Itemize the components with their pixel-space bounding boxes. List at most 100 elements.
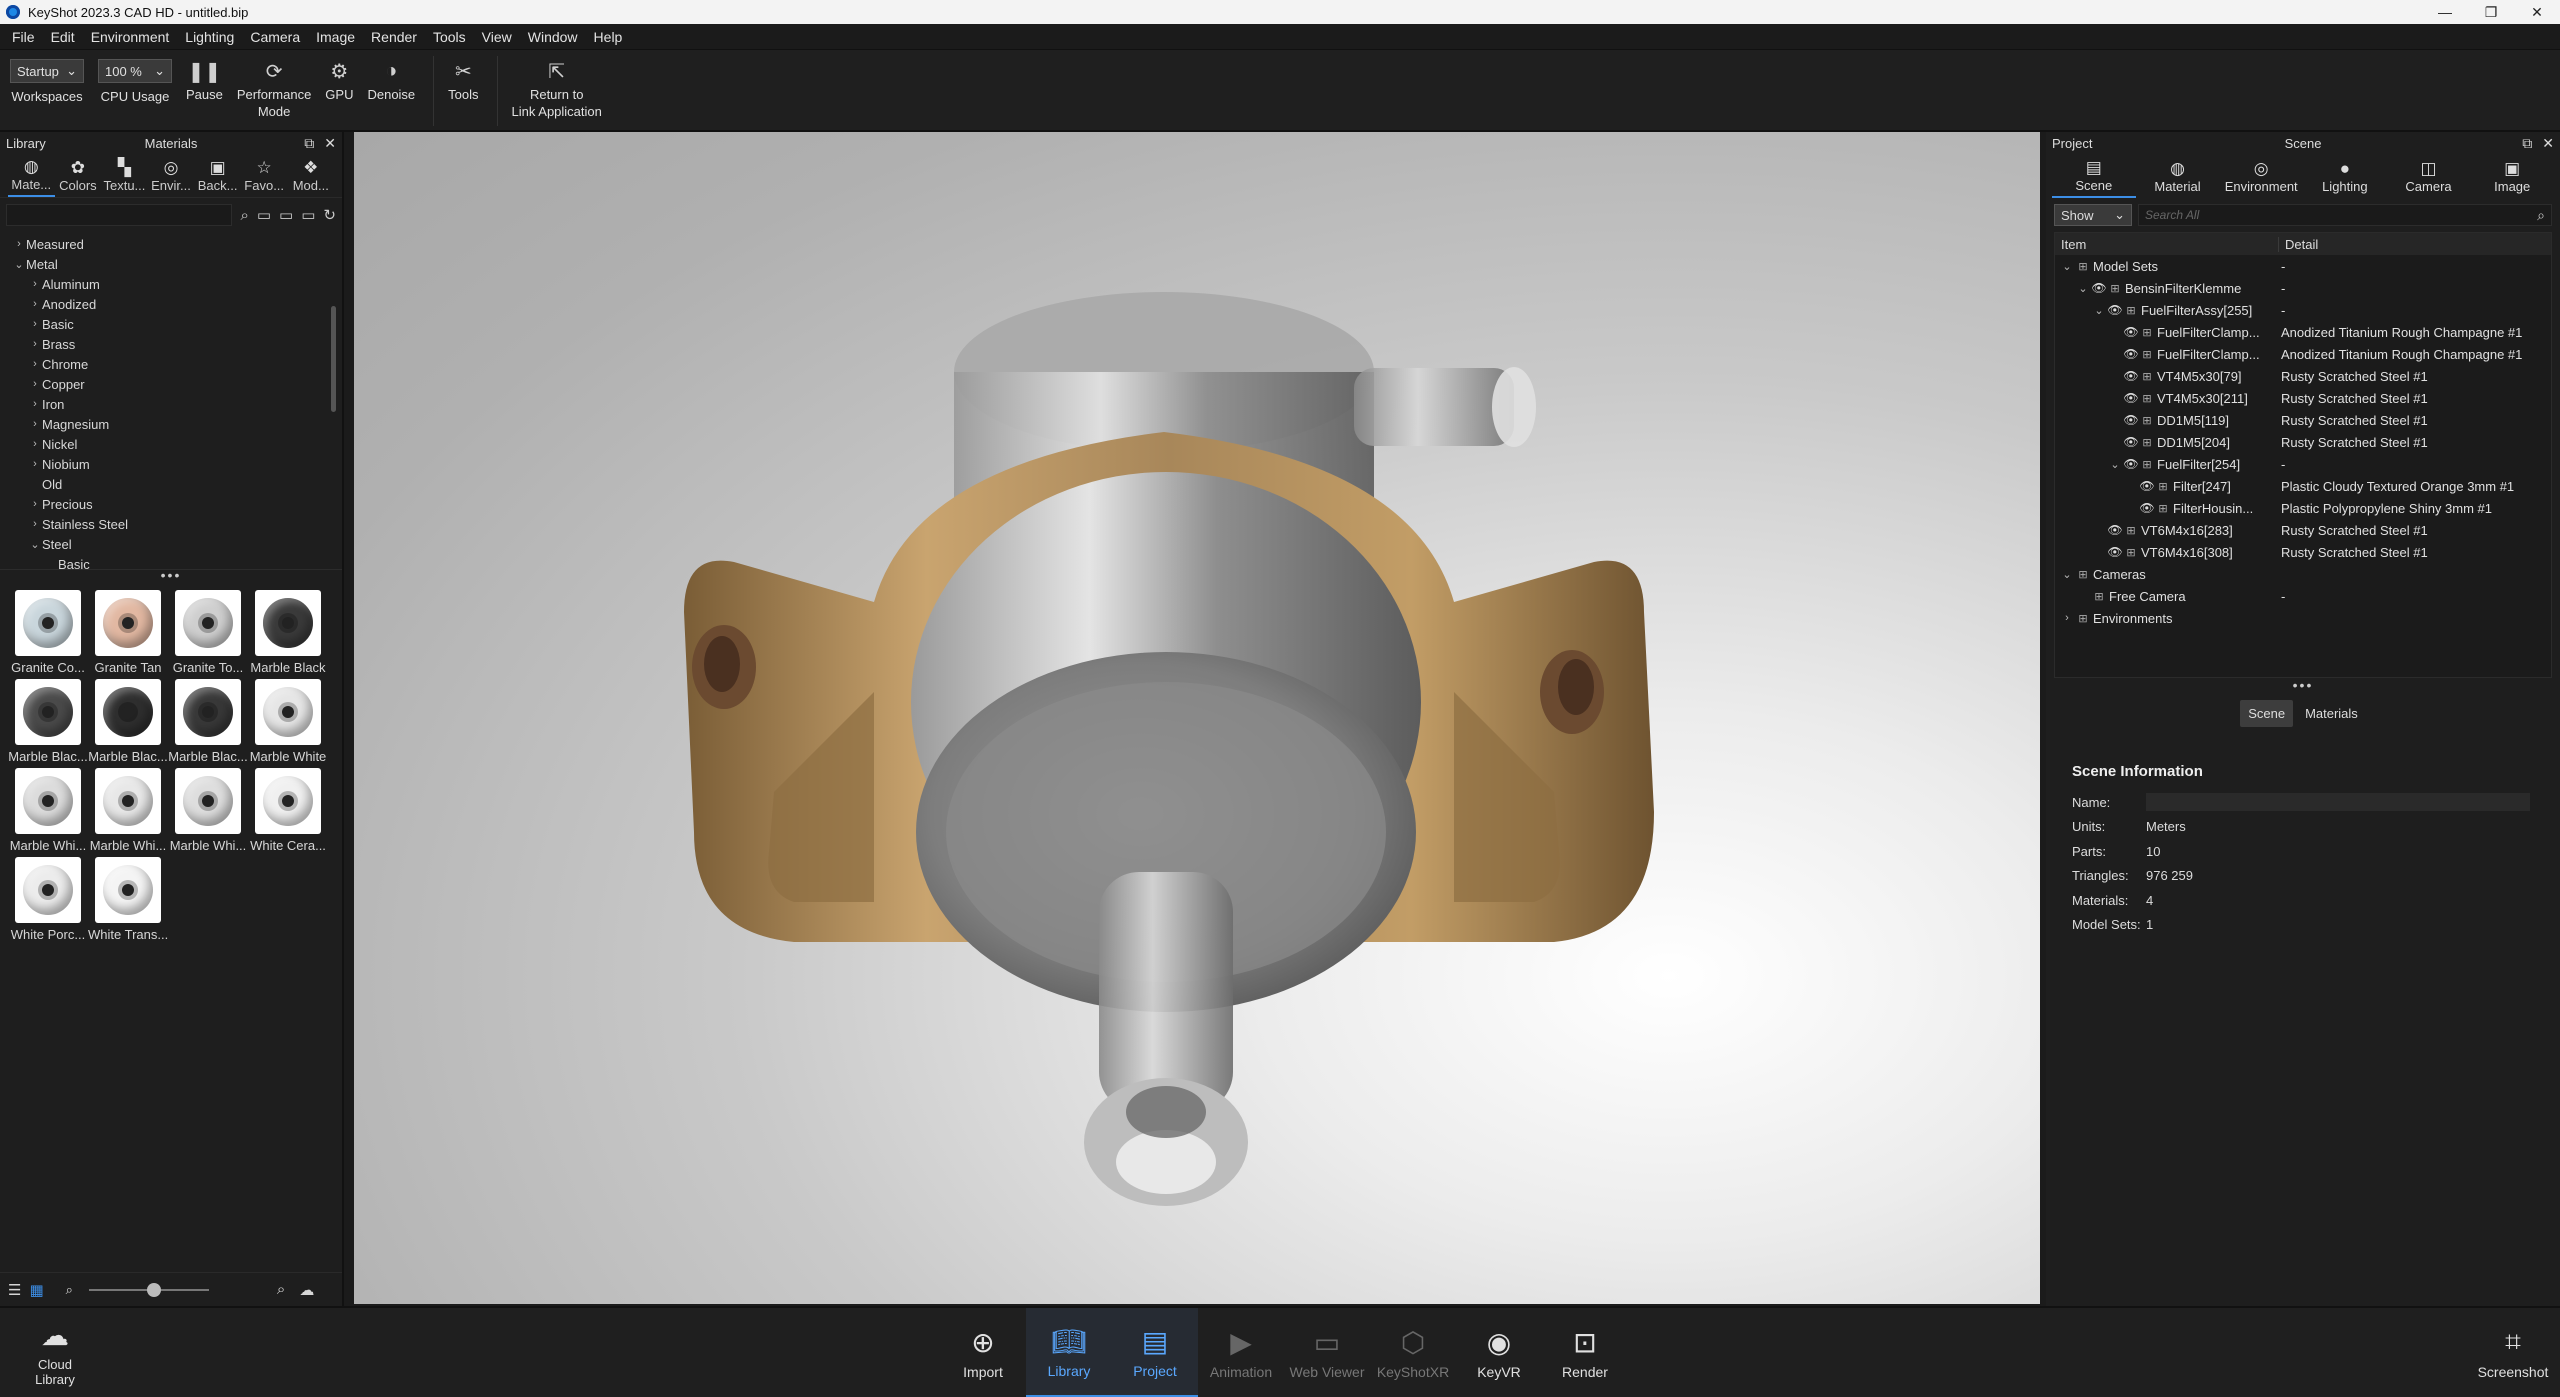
material-thumbnail[interactable]: Marble Black [248, 590, 328, 675]
grid-view-icon[interactable]: ▦ [29, 1281, 43, 1299]
tree-item[interactable]: › Anodized [0, 294, 342, 314]
thumbnail-size-slider[interactable] [88, 1282, 209, 1297]
screenshot-button[interactable]: ⌗ Screenshot [2470, 1308, 2556, 1397]
scene-tree-row[interactable]: 👁︎ ⊞ VT6M4x16[283] Rusty Scratched Steel #1 [2055, 519, 2551, 541]
chevron-right-icon[interactable]: › [12, 238, 26, 250]
chevron-right-icon[interactable]: › [28, 438, 42, 450]
chevron-right-icon[interactable]: › [28, 398, 42, 410]
tree-item[interactable]: › Precious [0, 494, 342, 514]
scene-tree-row[interactable]: 👁︎ ⊞ FuelFilterClamp... Anodized Titanium R… [2055, 321, 2551, 343]
return-to-link-app-button[interactable]: ⇱ Return to Link Application [512, 56, 602, 120]
visibility-eye-icon[interactable]: 👁︎ [2123, 413, 2139, 427]
chevron-down-icon[interactable]: ⌄ [2059, 260, 2075, 273]
tree-item[interactable]: Basic [0, 554, 342, 570]
search-icon[interactable]: ⌕ [240, 207, 248, 224]
refresh-icon[interactable]: ↻ [323, 206, 336, 224]
chevron-right-icon[interactable]: › [28, 278, 42, 290]
tree-item[interactable]: › Stainless Steel [0, 514, 342, 534]
project-tab-camera[interactable]: ◫ Camera [2387, 154, 2471, 198]
slider-knob[interactable] [146, 1282, 161, 1297]
scene-info-tab[interactable]: Scene [2240, 700, 2294, 727]
library-tab-model[interactable]: ❖ Mod... [287, 154, 334, 197]
visibility-eye-icon[interactable]: 👁︎ [2123, 347, 2139, 361]
keyshotxr-button[interactable]: ⬡ KeyShotXR [1370, 1308, 1456, 1397]
menu-help[interactable]: Help [586, 29, 631, 45]
scene-tree-row[interactable]: ⌄ 👁︎ ⊞ FuelFilterAssy[255] - [2055, 299, 2551, 321]
material-thumbnail[interactable]: Marble Whi... [8, 768, 88, 853]
pause-button[interactable]: ❚❚ Pause [186, 56, 223, 103]
menu-environment[interactable]: Environment [83, 29, 178, 45]
scene-tree-row[interactable]: 👁︎ ⊞ DD1M5[119] Rusty Scratched Steel #1 [2055, 409, 2551, 431]
scene-tree-row[interactable]: 👁︎ ⊞ VT4M5x30[211] Rusty Scratched Steel #1 [2055, 387, 2551, 409]
library-tab-star[interactable]: ☆ Favo... [241, 154, 288, 197]
library-button[interactable]: 📖︎ Library [1026, 1308, 1112, 1397]
visibility-eye-icon[interactable]: 👁︎ [2091, 281, 2107, 295]
keyvr-button[interactable]: ◉ KeyVR [1456, 1308, 1542, 1397]
library-tab-palette[interactable]: ✿ Colors [55, 154, 102, 197]
animation-button[interactable]: ▶ Animation [1198, 1308, 1284, 1397]
scene-tree-row[interactable]: 👁︎ ⊞ FilterHousin... Plastic Polypropylene … [2055, 497, 2551, 519]
chevron-right-icon[interactable]: › [28, 318, 42, 330]
workspace-select[interactable]: Startup ⌄ [10, 59, 84, 83]
render-button[interactable]: ⊡ Render [1542, 1308, 1628, 1397]
chevron-down-icon[interactable]: ⌄ [2091, 304, 2107, 317]
material-thumbnail[interactable]: White Cera... [248, 768, 328, 853]
tools-button[interactable]: ✂ Tools [448, 56, 478, 103]
show-filter-select[interactable]: Show ⌄ [2054, 204, 2132, 226]
scene-tree-row[interactable]: 👁︎ ⊞ DD1M5[204] Rusty Scratched Steel #1 [2055, 431, 2551, 453]
project-tab-material[interactable]: ◍ Material [2136, 154, 2220, 198]
visibility-eye-icon[interactable]: 👁︎ [2123, 369, 2139, 383]
chevron-down-icon[interactable]: ⌄ [28, 538, 42, 551]
tree-item[interactable]: Old [0, 474, 342, 494]
tree-scrollbar[interactable] [331, 306, 336, 412]
scene-tree-row[interactable]: › ⊞ Environments [2055, 607, 2551, 629]
material-thumbnail[interactable]: Marble Whi... [88, 768, 168, 853]
scene-search-input[interactable]: Search All ⌕ [2138, 204, 2552, 226]
undock-icon[interactable]: ⧉ [2522, 135, 2532, 152]
chevron-right-icon[interactable]: › [28, 498, 42, 510]
tree-item[interactable]: › Iron [0, 394, 342, 414]
visibility-eye-icon[interactable]: 👁︎ [2123, 435, 2139, 449]
project-tab-image[interactable]: ▣ Image [2470, 154, 2554, 198]
cloud-library-button[interactable]: ☁ Cloud Library [12, 1308, 98, 1397]
chevron-right-icon[interactable]: › [28, 338, 42, 350]
gpu-button[interactable]: ⚙ GPU [325, 56, 353, 103]
tree-item[interactable]: ⌄ Steel [0, 534, 342, 554]
minimize-button[interactable]: — [2422, 0, 2468, 24]
visibility-eye-icon[interactable]: 👁︎ [2107, 303, 2123, 317]
material-thumbnail[interactable]: Marble Blac... [168, 679, 248, 764]
materials-info-tab[interactable]: Materials [2297, 700, 2366, 727]
material-thumbnail[interactable]: Granite Co... [8, 590, 88, 675]
performance-mode-button[interactable]: ⟳ Performance Mode [237, 56, 311, 120]
denoise-button[interactable]: ◑ Denoise [367, 56, 415, 103]
visibility-eye-icon[interactable]: 👁︎ [2123, 457, 2139, 471]
scene-tree-row[interactable]: 👁︎ ⊞ Filter[247] Plastic Cloudy Textured Or… [2055, 475, 2551, 497]
menu-lighting[interactable]: Lighting [177, 29, 242, 45]
library-tab-material[interactable]: ◍ Mate... [8, 154, 55, 197]
material-thumbnail[interactable]: White Porc... [8, 857, 88, 942]
material-thumbnail[interactable]: Granite Tan [88, 590, 168, 675]
chevron-right-icon[interactable]: › [2059, 612, 2075, 624]
visibility-eye-icon[interactable]: 👁︎ [2123, 325, 2139, 339]
splitter-handle[interactable]: ••• [2046, 678, 2560, 694]
render-viewport[interactable] [354, 132, 2040, 1304]
scene-tree-row[interactable]: 👁︎ ⊞ VT6M4x16[308] Rusty Scratched Steel #1 [2055, 541, 2551, 563]
library-search-input[interactable] [6, 204, 233, 226]
menu-view[interactable]: View [474, 29, 520, 45]
visibility-eye-icon[interactable]: 👁︎ [2107, 523, 2123, 537]
scene-tree-row[interactable]: ⌄ 👁︎ ⊞ BensinFilterKlemme - [2055, 277, 2551, 299]
splitter-handle[interactable]: ••• [0, 568, 342, 584]
material-thumbnail[interactable]: White Trans... [88, 857, 168, 942]
folder-icon[interactable]: ▭ [279, 206, 293, 224]
material-thumbnail[interactable]: Marble White [248, 679, 328, 764]
chevron-right-icon[interactable]: › [28, 458, 42, 470]
scene-name-field[interactable] [2146, 793, 2530, 812]
visibility-eye-icon[interactable]: 👁︎ [2139, 501, 2155, 515]
restore-button[interactable]: ❐ [2468, 0, 2514, 24]
scene-tree-row[interactable]: ⌄ 👁︎ ⊞ FuelFilter[254] - [2055, 453, 2551, 475]
visibility-eye-icon[interactable]: 👁︎ [2123, 391, 2139, 405]
menu-image[interactable]: Image [308, 29, 363, 45]
tree-item[interactable]: ⌄ Metal [0, 254, 342, 274]
folder-remove-icon[interactable]: ▭ [301, 206, 315, 224]
material-thumbnail[interactable]: Marble Blac... [88, 679, 168, 764]
